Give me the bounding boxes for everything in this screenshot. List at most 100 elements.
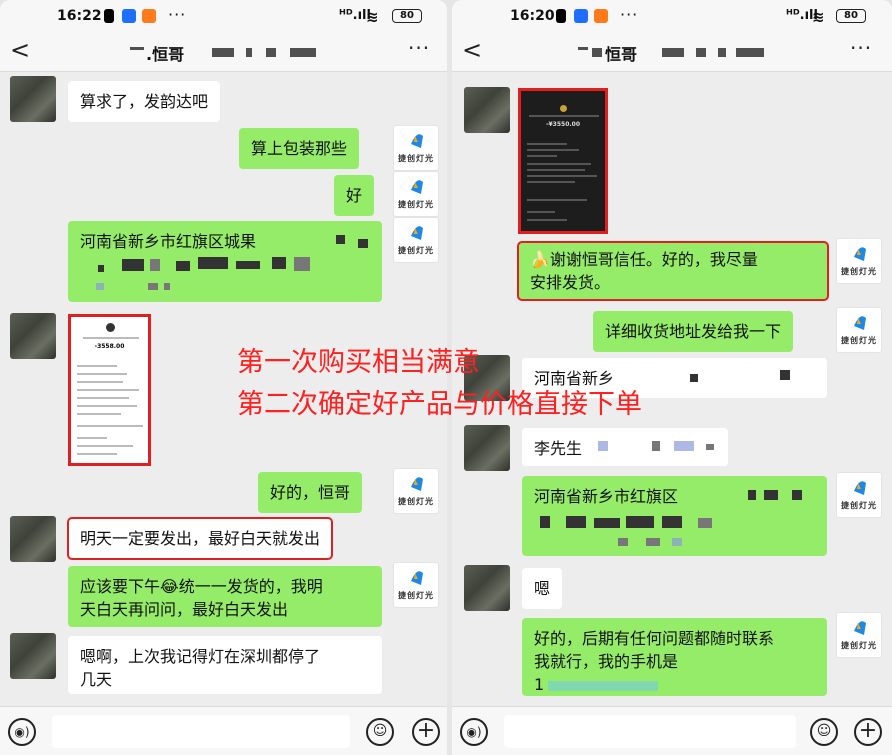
message-outgoing-highlighted: 🍌谢谢恒哥信任。好的，我尽量 安排发货。: [517, 241, 829, 301]
message-outgoing: 好的，恒哥: [258, 472, 363, 513]
wifi-icon: ≋: [812, 8, 825, 26]
receipt-line: [77, 425, 143, 427]
message-outgoing: 详细收货地址发给我一下: [593, 311, 794, 352]
phone-number-partial: 1: [534, 675, 545, 694]
receipt-merchant-icon: [106, 323, 115, 332]
redacted-block: [594, 518, 620, 528]
contact-avatar[interactable]: [10, 633, 56, 679]
redacted-block: [652, 441, 660, 451]
self-avatar[interactable]: 捷创灯光: [836, 472, 882, 518]
redacted-block: [164, 283, 170, 290]
redacted-block: [272, 257, 286, 269]
logo-text: 捷创灯光: [841, 336, 877, 345]
brand-logo-icon: [411, 571, 423, 585]
redacted-name: [266, 48, 276, 57]
redacted-name: [696, 48, 706, 57]
contact-avatar[interactable]: [10, 516, 56, 562]
self-avatar[interactable]: 捷创灯光: [393, 171, 439, 217]
redacted-block: [148, 283, 158, 290]
receipt-line: [77, 445, 133, 447]
contact-avatar[interactable]: [10, 76, 56, 122]
brand-logo-icon: [854, 621, 866, 635]
redacted-block: [646, 538, 660, 546]
message-incoming: 嗯啊，上次我记得灯在深圳都停了 几天: [68, 636, 382, 694]
contact-avatar[interactable]: [464, 87, 510, 133]
emoji-icon[interactable]: ☺: [366, 718, 394, 746]
redacted-block: [780, 370, 790, 380]
self-avatar[interactable]: 捷创灯光: [836, 238, 882, 284]
redacted-block: [598, 441, 608, 451]
message-line: 好的，后期有任何问题都随时联系: [534, 629, 775, 648]
redacted-block: [294, 257, 310, 271]
redacted-block: [150, 259, 160, 271]
self-avatar[interactable]: 捷创灯光: [836, 307, 882, 353]
receipt-line: [529, 115, 599, 117]
receipt-amount: -¥3550.00: [546, 121, 580, 128]
message-line: 安排发货。: [530, 273, 611, 292]
message-line: 我就行，我的手机是: [534, 652, 679, 671]
voice-input-icon[interactable]: ◉): [8, 718, 36, 746]
redacted-block: [764, 490, 778, 500]
message-input[interactable]: [52, 715, 350, 748]
app-notification-icon: [574, 9, 588, 23]
status-time: 16:22: [57, 8, 102, 24]
redacted-block: [96, 283, 104, 290]
voice-input-icon[interactable]: ◉): [460, 718, 488, 746]
brand-logo-icon: [854, 316, 866, 330]
plus-icon[interactable]: +: [412, 718, 440, 746]
logo-text: 捷创灯光: [398, 497, 434, 506]
chat-title: 恒哥: [605, 45, 638, 64]
redacted-block: [236, 261, 260, 269]
status-bar: 16:22 ··· ᴴᴰ.ıll ≋ 80: [0, 0, 447, 34]
more-menu-icon[interactable]: ···: [408, 36, 430, 60]
contact-avatar[interactable]: [464, 425, 510, 471]
receipt-line: [527, 211, 555, 213]
chat-input-bar: ◉) ☺ +: [0, 706, 447, 755]
self-avatar[interactable]: 捷创灯光: [393, 562, 439, 608]
more-menu-icon[interactable]: ···: [850, 36, 872, 60]
contact-avatar[interactable]: [464, 565, 510, 611]
overlay-caption-line1: 第一次购买相当满意: [237, 347, 480, 378]
chat-header: < .恒哥 ···: [0, 34, 447, 72]
payment-receipt-image[interactable]: -¥3550.00: [518, 88, 608, 234]
tiktok-icon: [556, 9, 566, 23]
redacted-name: [578, 47, 588, 50]
message-line: 🍌谢谢恒哥信任。好的，我尽量: [530, 250, 758, 269]
status-bar: 16:20 ··· ᴴᴰ.ıll ≋ 80: [452, 0, 892, 34]
battery-icon: 80: [392, 9, 422, 23]
receipt-amount: -3558.00: [94, 343, 125, 350]
redacted-block: [706, 444, 714, 450]
redacted-block: [540, 516, 550, 528]
tiktok-icon: [104, 9, 114, 23]
status-more-icon: ···: [620, 5, 639, 24]
message-outgoing: 好: [334, 175, 375, 216]
message-incoming: 嗯: [522, 568, 563, 609]
plus-icon[interactable]: +: [854, 718, 882, 746]
message-line: 天白天再问问，最好白天发出: [80, 600, 289, 619]
back-icon[interactable]: <: [10, 36, 30, 64]
payment-receipt-image[interactable]: -3558.00: [68, 314, 151, 466]
receipt-line: [527, 181, 575, 183]
contact-avatar[interactable]: [10, 313, 56, 359]
redacted-name: [592, 48, 602, 57]
self-avatar[interactable]: 捷创灯光: [393, 217, 439, 263]
message-incoming-highlighted: 明天一定要发出，最好白天就发出: [66, 517, 334, 560]
redacted-name: [212, 48, 234, 57]
message-line: 几天: [80, 670, 113, 689]
redacted-block: [358, 239, 368, 248]
brand-logo-icon: [411, 477, 423, 491]
receipt-line: [77, 453, 117, 455]
redacted-phone: [548, 680, 659, 691]
message-input[interactable]: [504, 715, 796, 748]
logo-text: 捷创灯光: [398, 246, 434, 255]
redacted-block: [122, 259, 144, 271]
emoji-icon[interactable]: ☺: [810, 718, 838, 746]
receipt-line: [527, 143, 567, 145]
self-avatar[interactable]: 捷创灯光: [836, 612, 882, 658]
self-avatar[interactable]: 捷创灯光: [393, 468, 439, 514]
chat-input-bar: ◉) ☺ +: [452, 706, 892, 755]
receipt-line: [77, 437, 107, 439]
back-icon[interactable]: <: [462, 36, 482, 64]
self-avatar[interactable]: 捷创灯光: [393, 125, 439, 171]
message-incoming: 算求了，发韵达吧: [68, 81, 221, 122]
